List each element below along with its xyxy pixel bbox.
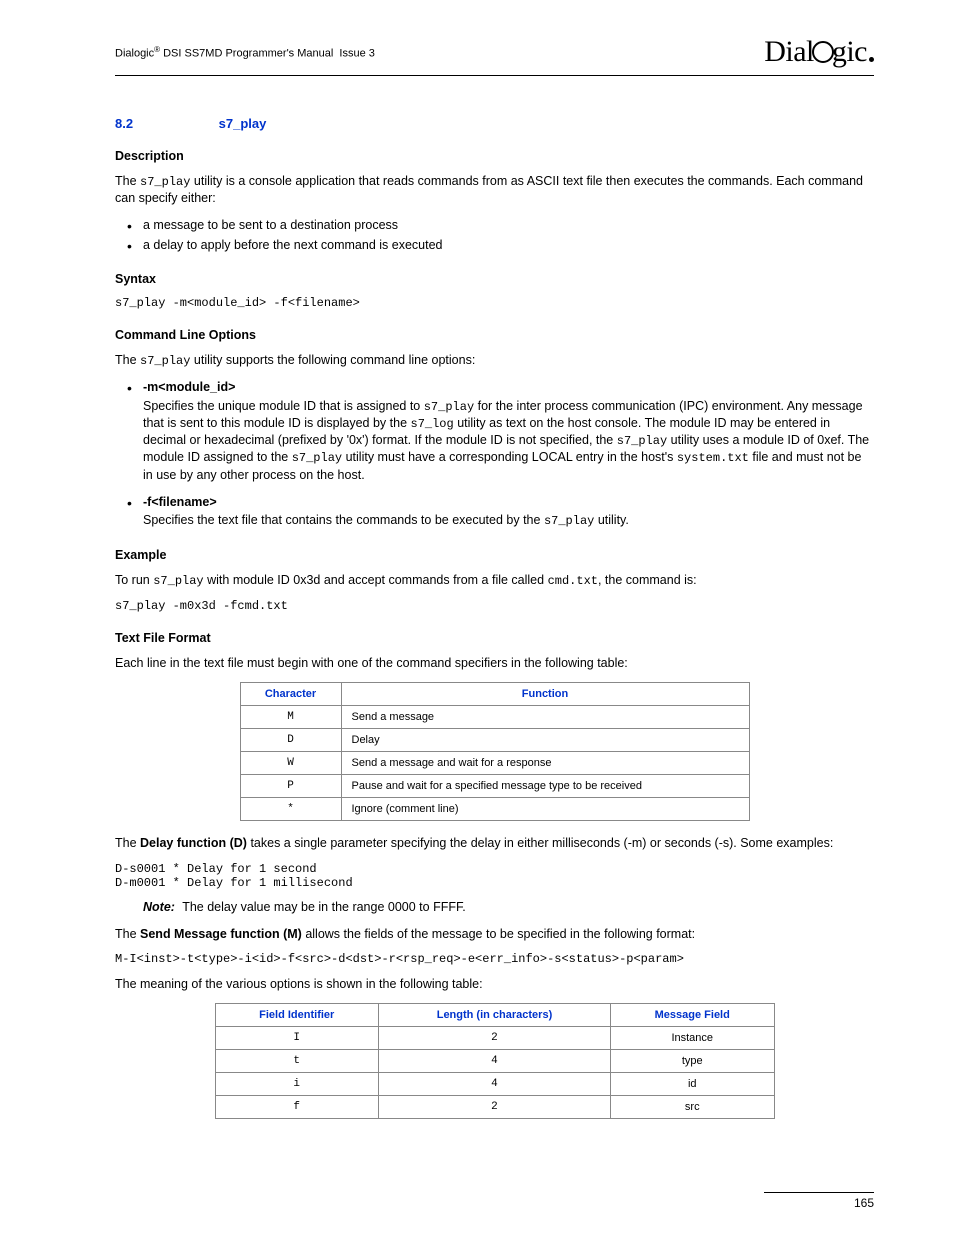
note-text: The delay value may be in the range 0000… <box>182 900 466 914</box>
table-header: Character <box>240 682 341 705</box>
note-label: Note: <box>143 900 175 914</box>
example-code: s7_play -m0x3d -fcmd.txt <box>115 599 874 613</box>
section-heading: 8.2 s7_play <box>115 116 874 131</box>
fileformat-intro: Each line in the text file must begin wi… <box>115 655 874 672</box>
example-text: To run s7_play with module ID 0x3d and a… <box>115 572 874 589</box>
table-row: PPause and wait for a specified message … <box>240 774 749 797</box>
table-row: *Ignore (comment line) <box>240 797 749 820</box>
page-header: Dialogic® DSI SS7MD Programmer's Manual … <box>115 35 874 76</box>
option-item: -m<module_id> Specifies the unique modul… <box>115 379 874 484</box>
command-specifier-table: Character Function MSend a message DDela… <box>240 682 750 821</box>
bullet-item: a delay to apply before the next command… <box>115 237 874 254</box>
option-desc: Specifies the text file that contains th… <box>143 512 874 529</box>
field-identifier-table: Field Identifier Length (in characters) … <box>215 1003 775 1119</box>
fileformat-heading: Text File Format <box>115 631 874 645</box>
example-heading: Example <box>115 548 874 562</box>
logo: Dialgic <box>764 35 874 69</box>
table-row: MSend a message <box>240 705 749 728</box>
delay-text: The Delay function (D) takes a single pa… <box>115 835 874 852</box>
option-name: -m<module_id> <box>143 379 874 396</box>
table-row: f2src <box>215 1096 774 1119</box>
send-code: M-I<inst>-t<type>-i<id>-f<src>-d<dst>-r<… <box>115 952 874 966</box>
description-text: The s7_play utility is a console applica… <box>115 173 874 207</box>
table-header: Function <box>341 682 749 705</box>
option-name: -f<filename> <box>143 494 874 511</box>
table-row: DDelay <box>240 728 749 751</box>
page-number: 165 <box>854 1196 874 1210</box>
bullet-item: a message to be sent to a destination pr… <box>115 217 874 234</box>
table-row: I2Instance <box>215 1027 774 1050</box>
description-bullets: a message to be sent to a destination pr… <box>115 217 874 254</box>
table-header-row: Field Identifier Length (in characters) … <box>215 1004 774 1027</box>
send-text: The Send Message function (M) allows the… <box>115 926 874 943</box>
table-row: WSend a message and wait for a response <box>240 751 749 774</box>
logo-ring-icon <box>812 41 834 63</box>
logo-text-1: Dial <box>764 35 814 68</box>
option-item: -f<filename> Specifies the text file tha… <box>115 494 874 530</box>
description-heading: Description <box>115 149 874 163</box>
logo-text-2: gic <box>832 35 867 68</box>
table-row: t4type <box>215 1050 774 1073</box>
logo-dot-icon <box>869 57 874 62</box>
header-title: Dialogic® DSI SS7MD Programmer's Manual … <box>115 45 375 60</box>
options-list: -m<module_id> Specifies the unique modul… <box>115 379 874 530</box>
option-desc: Specifies the unique module ID that is a… <box>143 398 874 484</box>
table-header: Field Identifier <box>215 1004 378 1027</box>
section-number: 8.2 <box>115 116 215 131</box>
page-footer: 165 <box>764 1192 874 1210</box>
table-header: Length (in characters) <box>378 1004 610 1027</box>
table-header-row: Character Function <box>240 682 749 705</box>
syntax-heading: Syntax <box>115 272 874 286</box>
options-heading: Command Line Options <box>115 328 874 342</box>
send-meaning: The meaning of the various options is sh… <box>115 976 874 993</box>
table-row: i4id <box>215 1073 774 1096</box>
table-header: Message Field <box>611 1004 775 1027</box>
syntax-code: s7_play -m<module_id> -f<filename> <box>115 296 874 310</box>
note: Note: The delay value may be in the rang… <box>143 900 874 914</box>
options-intro: The s7_play utility supports the followi… <box>115 352 874 369</box>
delay-code: D-s0001 * Delay for 1 second D-m0001 * D… <box>115 862 874 890</box>
page: Dialogic® DSI SS7MD Programmer's Manual … <box>0 0 954 1235</box>
section-title: s7_play <box>219 116 267 131</box>
